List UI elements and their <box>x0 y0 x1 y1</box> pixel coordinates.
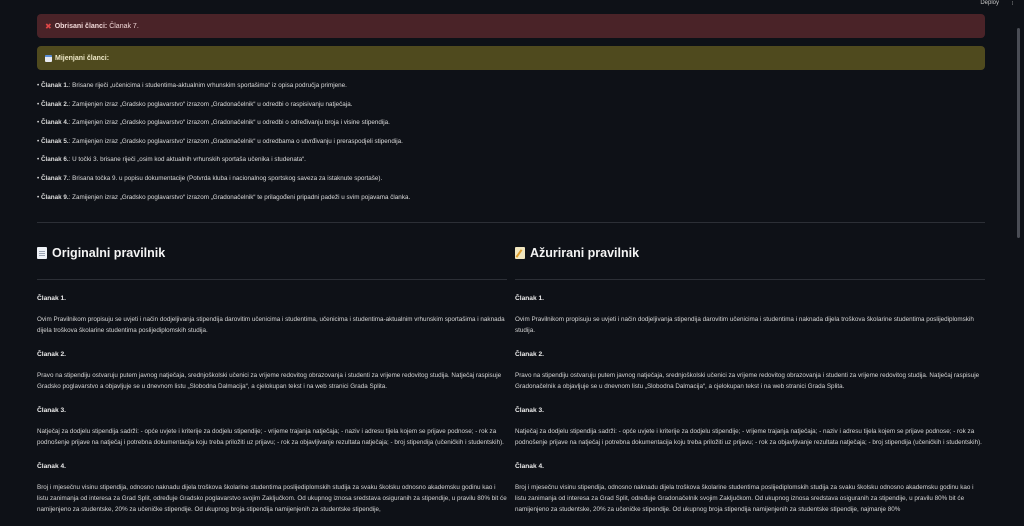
article-title: Članak 3. <box>37 407 66 414</box>
article-body: Pravo na stipendiju ostvaruju putem javn… <box>37 372 502 390</box>
article-body: Natječaj za dodjelu stipendija sadrži: -… <box>515 428 982 446</box>
list-item: Članak 6.: U točki 3. brisane riječi „os… <box>37 151 985 170</box>
article-title: Članak 3. <box>515 407 544 414</box>
original-column: Originalni pravilnik Članak 1. Ovim Prav… <box>37 243 507 515</box>
list-item: Članak 5.: Zamijenjen izraz „Gradsko pog… <box>37 133 985 152</box>
article-body: Ovim Pravilnikom propisuju se uvjeti i n… <box>37 316 505 334</box>
article-body: Pravo na stipendiju ostvaruju putem javn… <box>515 372 980 390</box>
article-body: Ovim Pravilnikom propisuju se uvjeti i n… <box>515 316 974 334</box>
updated-heading: Ažurirani pravilnik <box>515 243 985 263</box>
article: Članak 3. Natječaj za dodjelu stipendija… <box>515 407 985 448</box>
article-body: Natječaj za dodjelu stipendija sadrži: -… <box>37 428 504 446</box>
article: Članak 4. Broj i mjesečnu visinu stipend… <box>515 463 985 515</box>
article: Članak 3. Natječaj za dodjelu stipendija… <box>37 407 507 448</box>
article-title: Članak 1. <box>515 295 544 302</box>
list-item: Članak 9.: Zamijenjen izraz „Gradsko pog… <box>37 189 985 208</box>
article: Članak 2. Pravo na stipendiju ostvaruju … <box>515 351 985 392</box>
article-title: Članak 4. <box>37 463 66 470</box>
article-body: Broj i mjesečnu visinu stipendija, odnos… <box>37 484 507 513</box>
list-item: Članak 7.: Brisana točka 9. u popisu dok… <box>37 170 985 189</box>
article-title: Članak 1. <box>37 295 66 302</box>
app-frame: Deploy ⋮ ✖ Obrisani članci: Članak 7. Mi… <box>0 0 1024 526</box>
article: Članak 4. Broj i mjesečnu visinu stipend… <box>37 463 507 515</box>
article-title: Članak 4. <box>515 463 544 470</box>
calendar-icon <box>45 54 52 62</box>
memo-icon <box>515 247 525 259</box>
scrollbar[interactable] <box>1017 28 1020 238</box>
deleted-articles-alert: ✖ Obrisani članci: Članak 7. <box>37 14 985 38</box>
article-title: Članak 2. <box>37 351 66 358</box>
deploy-button[interactable]: Deploy <box>977 0 1002 7</box>
list-item: Članak 4.: Zamijenjen izraz „Gradsko pog… <box>37 114 985 133</box>
document-icon <box>37 247 47 259</box>
article-body: Broj i mjesečnu visinu stipendija, odnos… <box>515 484 974 513</box>
deleted-label: Obrisani članci: <box>54 22 108 30</box>
changed-label: Mijenjani članci: <box>55 54 110 62</box>
list-item: Članak 1.: Brisane riječi „učenicima i s… <box>37 77 985 96</box>
column-divider <box>515 279 985 280</box>
article: Članak 2. Pravo na stipendiju ostvaruju … <box>37 351 507 392</box>
updated-column: Ažurirani pravilnik Članak 1. Ovim Pravi… <box>515 243 985 515</box>
x-icon: ✖ <box>45 21 52 31</box>
original-heading: Originalni pravilnik <box>37 243 507 263</box>
article: Članak 1. Ovim Pravilnikom propisuju se … <box>37 295 507 336</box>
article-title: Članak 2. <box>515 351 544 358</box>
main-content: ✖ Obrisani članci: Članak 7. Mijenjani č… <box>37 14 985 207</box>
deleted-value: Članak 7. <box>109 22 139 30</box>
column-divider <box>37 279 507 280</box>
changes-list: Članak 1.: Brisane riječi „učenicima i s… <box>37 77 985 207</box>
section-divider <box>37 222 985 223</box>
main-menu-icon[interactable]: ⋮ <box>1009 0 1016 6</box>
changed-articles-alert: Mijenjani članci: <box>37 46 985 70</box>
list-item: Članak 2.: Zamijenjen izraz „Gradsko pog… <box>37 96 985 115</box>
article: Članak 1. Ovim Pravilnikom propisuju se … <box>515 295 985 336</box>
